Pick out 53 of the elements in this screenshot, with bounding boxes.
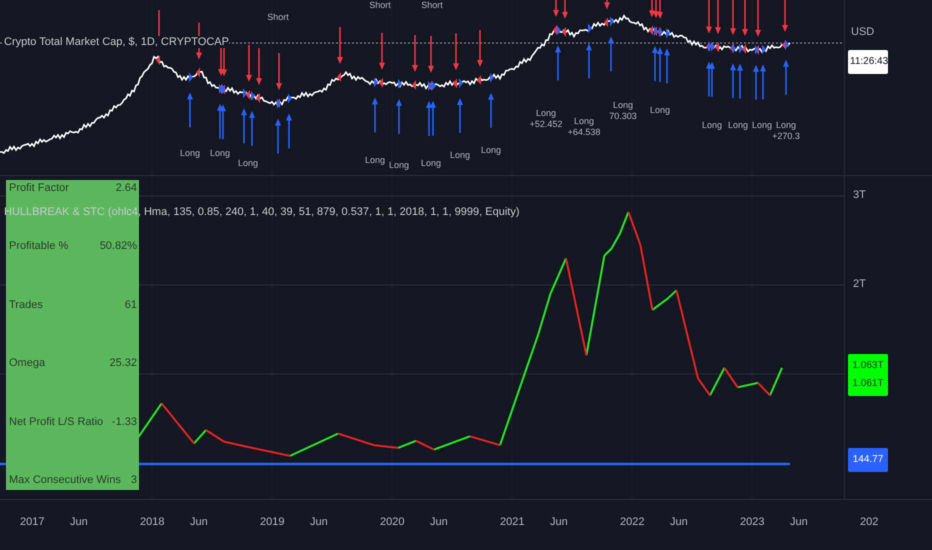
stat-label: Omega <box>9 357 46 370</box>
long-signal-label: Long <box>650 105 670 116</box>
time-axis-label: Jun <box>430 516 448 528</box>
long-signal-label: Long +52.452 <box>530 108 562 130</box>
time-axis-label: 2017 <box>20 516 44 528</box>
time-axis-label: 2020 <box>380 516 404 528</box>
long-signal-label: Long <box>210 148 230 159</box>
stat-value: 3 <box>130 474 137 486</box>
long-signal-label: Long <box>180 148 200 159</box>
time-axis-label: 2023 <box>740 516 764 528</box>
time-axis-label: Jun <box>70 516 88 528</box>
short-signal-label: Short <box>421 0 443 11</box>
time-axis-label: 2021 <box>500 516 524 528</box>
stat-value: 2.64 <box>116 182 137 194</box>
countdown-tag: 11:26:43 <box>848 50 888 74</box>
stat-label: Profit Factor <box>9 182 69 194</box>
time-axis-label: Jun <box>190 516 208 528</box>
stat-label: Net Profit L/S Ratio <box>9 416 104 428</box>
symbol-legend: Crypto Total Market Cap, $, 1D, CRYPTOCAP <box>4 36 229 48</box>
time-axis-label: Jun <box>310 516 328 528</box>
long-signal-label: Long +64.538 <box>568 116 600 138</box>
long-signal-label: Long <box>752 120 772 131</box>
stat-value: 50.82% <box>100 240 137 252</box>
time-axis-label: 2022 <box>620 516 644 528</box>
long-signal-label: Long 70.303 <box>609 100 637 122</box>
axis-tick-label: 3T <box>853 189 866 201</box>
long-signal-label: Long <box>728 120 748 131</box>
stat-label: Max Consecutive Wins <box>9 474 121 486</box>
baseline-price-tag: 144.77 <box>848 448 888 472</box>
equity-price-tag: 1.063T 1.061T <box>848 354 888 396</box>
long-signal-label: Long <box>702 120 722 131</box>
long-signal-label: Long +270.3 <box>772 120 800 142</box>
stat-value: 25.32 <box>109 357 137 370</box>
long-signal-label: Long <box>238 158 258 169</box>
time-axis-label: Jun <box>670 516 688 528</box>
long-signal-label: Long <box>388 160 410 171</box>
stat-value: 61 <box>124 298 137 311</box>
currency-label: USD <box>851 26 874 38</box>
long-signal-label: Long <box>420 158 442 169</box>
time-axis-label: 2019 <box>260 516 284 528</box>
stat-value: -1.33 <box>112 416 137 428</box>
stat-label: Trades <box>9 298 43 311</box>
short-signal-label: Short <box>267 12 289 23</box>
time-axis-label: Jun <box>550 516 568 528</box>
axis-tick-label: 2T <box>853 278 866 290</box>
long-signal-label: Long <box>364 155 386 166</box>
short-signal-label: Short <box>369 0 391 11</box>
long-signal-label: Long <box>450 150 470 161</box>
long-signal-label: Long <box>480 145 502 156</box>
time-axis-label: 2018 <box>140 516 164 528</box>
stat-label: Profitable % <box>9 240 68 252</box>
time-axis-label: 202 <box>860 516 878 528</box>
time-axis-label: Jun <box>790 516 808 528</box>
